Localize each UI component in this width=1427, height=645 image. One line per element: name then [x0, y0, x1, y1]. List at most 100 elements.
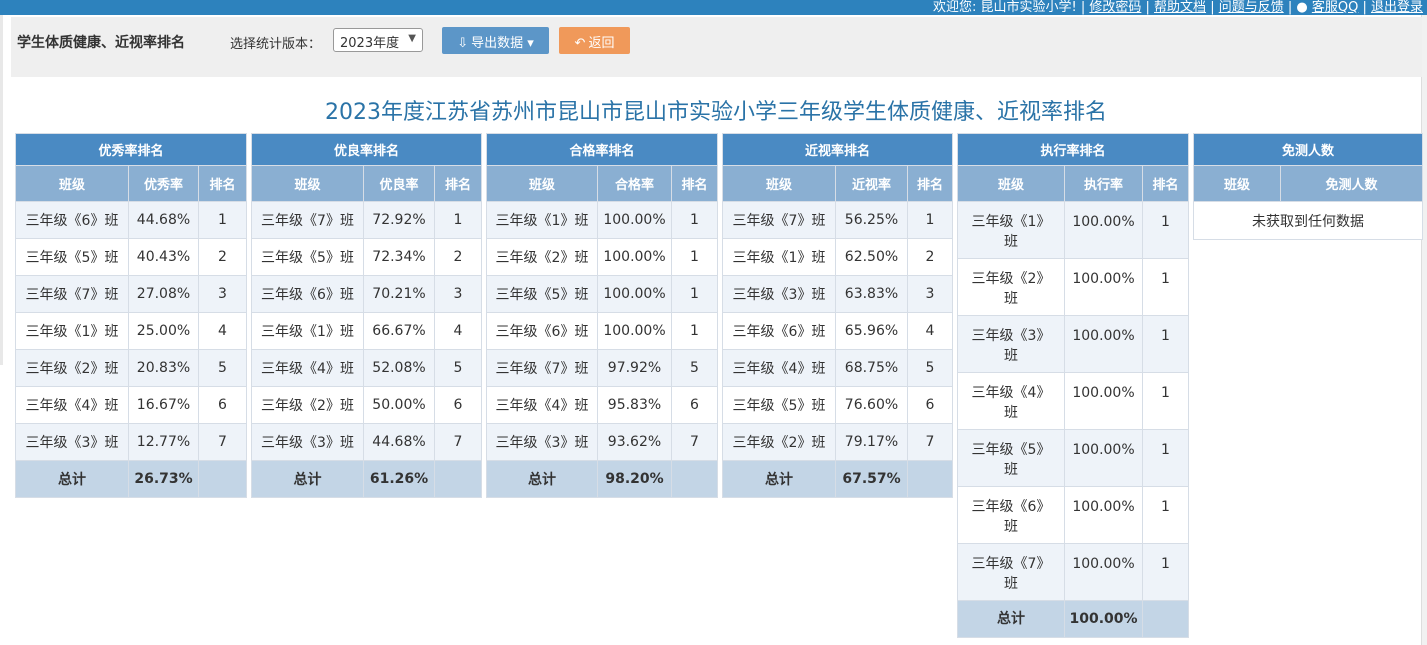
back-button[interactable]: ↶ 返回	[559, 27, 630, 54]
table-caption: 执行率排名	[957, 133, 1189, 166]
table-row: 三年级《2》班 20.83% 5	[15, 349, 247, 387]
table-row: 三年级《3》班 100.00% 1	[957, 315, 1189, 373]
download-icon: ⇩	[457, 36, 469, 51]
class-name-cell: 三年级《2》班	[957, 258, 1065, 316]
column-header: 班级	[251, 165, 364, 202]
table-row: 三年级《5》班 100.00% 1	[957, 429, 1189, 487]
back-label: 返回	[588, 36, 615, 51]
rank-cell: 1	[671, 312, 718, 350]
rank-cell: 7	[434, 423, 482, 461]
table-row: 三年级《5》班 72.34% 2	[251, 238, 482, 276]
rate-cell: 79.17%	[835, 423, 908, 461]
class-name-cell: 三年级《7》班	[957, 543, 1065, 601]
rank-cell: 1	[1142, 372, 1189, 430]
rank-cell: 2	[198, 238, 247, 276]
total-label: 总计	[486, 460, 598, 498]
rank-cell: 4	[907, 312, 953, 350]
total-value: 61.26%	[363, 460, 435, 498]
table-row: 三年级《2》班 79.17% 7	[722, 423, 953, 461]
rank-cell: 3	[434, 275, 482, 313]
table-row: 三年级《1》班 66.67% 4	[251, 312, 482, 350]
class-name-cell: 三年级《5》班	[486, 275, 598, 313]
rate-cell: 50.00%	[363, 386, 435, 424]
execution-rate-table: 执行率排名 班级 执行率 排名 三年级《1》班 100.00% 1 三年级《2》班 10…	[957, 133, 1189, 638]
page-title: 学生体质健康、近视率排名	[17, 35, 185, 51]
logout-link[interactable]: 退出登录	[1371, 0, 1423, 15]
column-header: 执行率	[1064, 165, 1143, 202]
rank-cell: 1	[1142, 201, 1189, 259]
total-value: 98.20%	[597, 460, 672, 498]
change-password-link[interactable]: 修改密码	[1089, 0, 1141, 15]
column-header: 排名	[1142, 165, 1189, 202]
table-caption: 合格率排名	[486, 133, 718, 166]
rate-cell: 72.92%	[363, 201, 435, 239]
rate-cell: 97.92%	[597, 349, 672, 387]
rate-cell: 100.00%	[1064, 372, 1143, 430]
rank-cell: 1	[1142, 315, 1189, 373]
table-row: 三年级《4》班 16.67% 6	[15, 386, 247, 424]
table-row: 三年级《6》班 44.68% 1	[15, 201, 247, 239]
table-row: 三年级《1》班 100.00% 1	[486, 201, 718, 239]
column-header: 班级	[486, 165, 598, 202]
column-header: 班级	[722, 165, 836, 202]
undo-icon: ↶	[574, 36, 586, 51]
top-bar: 欢迎您: 昆山市实验小学! | 修改密码 | 帮助文档 | 问题与反馈 | ● …	[0, 0, 1427, 15]
column-header: 排名	[198, 165, 247, 202]
rate-cell: 100.00%	[597, 312, 672, 350]
rate-cell: 66.67%	[363, 312, 435, 350]
rate-cell: 12.77%	[128, 423, 199, 461]
class-name-cell: 三年级《6》班	[251, 275, 364, 313]
total-empty	[907, 460, 953, 498]
rate-cell: 93.62%	[597, 423, 672, 461]
rate-cell: 100.00%	[597, 275, 672, 313]
export-data-button[interactable]: ⇩ 导出数据 ▾	[442, 27, 549, 54]
rank-cell: 1	[1142, 258, 1189, 316]
table-row: 三年级《3》班 44.68% 7	[251, 423, 482, 461]
class-name-cell: 三年级《7》班	[15, 275, 129, 313]
total-empty	[1142, 600, 1189, 638]
table-row: 三年级《7》班 97.92% 5	[486, 349, 718, 387]
rate-cell: 68.75%	[835, 349, 908, 387]
support-qq-link[interactable]: 客服QQ	[1312, 0, 1358, 15]
class-name-cell: 三年级《2》班	[722, 423, 836, 461]
rank-cell: 5	[671, 349, 718, 387]
rank-cell: 5	[907, 349, 953, 387]
rate-cell: 70.21%	[363, 275, 435, 313]
feedback-link[interactable]: 问题与反馈	[1219, 0, 1284, 15]
version-select[interactable]: 2023年度 ▼	[333, 28, 423, 52]
class-name-cell: 三年级《6》班	[15, 201, 129, 239]
rate-cell: 20.83%	[128, 349, 199, 387]
total-value: 100.00%	[1064, 600, 1143, 638]
table-row: 三年级《1》班 100.00% 1	[957, 201, 1189, 259]
rank-cell: 6	[907, 386, 953, 424]
table-row: 三年级《5》班 100.00% 1	[486, 275, 718, 313]
welcome-text: 欢迎您: 昆山市实验小学!	[932, 0, 1077, 15]
rank-cell: 3	[198, 275, 247, 313]
class-name-cell: 三年级《2》班	[251, 386, 364, 424]
column-header: 排名	[671, 165, 718, 202]
help-docs-link[interactable]: 帮助文档	[1154, 0, 1206, 15]
rate-cell: 62.50%	[835, 238, 908, 276]
rate-cell: 44.68%	[363, 423, 435, 461]
table-row: 三年级《7》班 72.92% 1	[251, 201, 482, 239]
class-name-cell: 三年级《4》班	[957, 372, 1065, 430]
export-label: 导出数据	[471, 36, 524, 51]
class-name-cell: 三年级《5》班	[957, 429, 1065, 487]
total-label: 总计	[722, 460, 836, 498]
rate-cell: 100.00%	[597, 201, 672, 239]
pass-rate-table: 合格率排名 班级 合格率 排名 三年级《1》班 100.00% 1 三年级《2》班 10…	[486, 133, 718, 498]
rate-cell: 16.67%	[128, 386, 199, 424]
rate-cell: 76.60%	[835, 386, 908, 424]
table-row: 三年级《6》班 65.96% 4	[722, 312, 953, 350]
rank-cell: 1	[434, 201, 482, 239]
class-name-cell: 三年级《4》班	[486, 386, 598, 424]
total-value: 67.57%	[835, 460, 908, 498]
myopia-rate-table: 近视率排名 班级 近视率 排名 三年级《7》班 56.25% 1 三年级《1》班 62.…	[722, 133, 953, 498]
table-row: 三年级《2》班 50.00% 6	[251, 386, 482, 424]
version-label: 选择统计版本：	[230, 37, 322, 52]
column-header: 班级	[15, 165, 129, 202]
total-label: 总计	[251, 460, 364, 498]
rate-cell: 25.00%	[128, 312, 199, 350]
table-caption: 免测人数	[1192, 133, 1424, 166]
rate-cell: 72.34%	[363, 238, 435, 276]
